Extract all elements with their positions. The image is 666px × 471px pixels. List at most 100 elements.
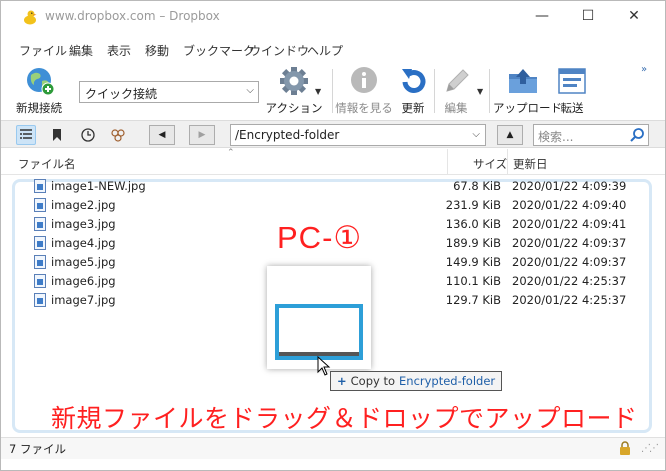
file-name: image4.jpg	[51, 236, 116, 250]
file-name: image6.jpg	[51, 274, 116, 288]
info-label: 情報を見る	[335, 101, 393, 115]
file-name: image3.jpg	[51, 217, 116, 231]
file-modified: 2020/01/22 4:09:40	[512, 198, 627, 212]
file-modified: 2020/01/22 4:09:37	[512, 236, 627, 250]
transfer-button[interactable]: 転送	[554, 65, 590, 117]
back-button[interactable]: ◀	[149, 125, 175, 145]
window-title: www.dropbox.com – Dropbox	[45, 9, 220, 23]
image-file-icon	[34, 293, 46, 307]
file-size: 129.7 KiB	[445, 293, 501, 307]
image-file-icon	[34, 274, 46, 288]
edit-button[interactable]: 編集	[437, 65, 475, 117]
new-connection-button[interactable]: 新規接続	[9, 65, 69, 117]
upload-folder-icon	[506, 65, 540, 97]
app-window: www.dropbox.com – Dropbox — ☐ ✕ ファイル 編集 …	[0, 0, 666, 471]
file-size: 110.1 KiB	[445, 274, 501, 288]
file-modified: 2020/01/22 4:09:37	[512, 255, 627, 269]
plus-icon: +	[337, 374, 347, 388]
chevron-down-icon: ⌵	[472, 129, 480, 140]
table-row[interactable]: image2.jpg 231.9 KiB 2020/01/22 4:09:40	[1, 196, 665, 215]
image-file-icon	[34, 179, 46, 193]
column-modified[interactable]: 更新日	[513, 156, 548, 172]
outline-view-icon[interactable]	[16, 125, 36, 145]
menu-bookmarks[interactable]: ブックマーク	[183, 42, 255, 59]
info-button[interactable]: 情報を見る	[335, 65, 393, 117]
table-row[interactable]: image1-NEW.jpg 67.8 KiB 2020/01/22 4:09:…	[1, 177, 665, 196]
navigation-bar: ◀ ▶ /Encrypted-folder ⌵ ▲ 検索...	[1, 120, 665, 148]
toolbar-separator	[489, 69, 490, 113]
upload-button[interactable]: アップロード	[493, 65, 562, 117]
path-combo[interactable]: /Encrypted-folder ⌵	[230, 124, 486, 146]
file-size: 231.9 KiB	[445, 198, 501, 212]
menu-help[interactable]: ヘルプ	[307, 42, 343, 59]
menu-window[interactable]: ウインドウ	[249, 42, 309, 59]
image-file-icon	[34, 198, 46, 212]
file-list-header: ⌃ ファイル名 サイズ 更新日	[1, 148, 665, 175]
title-bar: www.dropbox.com – Dropbox — ☐ ✕	[1, 1, 665, 31]
image-file-icon	[34, 217, 46, 231]
column-divider[interactable]	[447, 149, 448, 175]
image-file-icon	[34, 236, 46, 250]
preview-window	[279, 308, 359, 352]
toolbar-overflow-button[interactable]: »	[641, 64, 647, 75]
action-dropdown-icon[interactable]: ▼	[315, 87, 321, 96]
maximize-button[interactable]: ☐	[565, 1, 611, 31]
status-bar: 7 ファイル ⋰⋰	[1, 437, 665, 459]
search-field[interactable]: 検索...	[533, 124, 649, 146]
file-size: 136.0 KiB	[445, 217, 501, 231]
bookmark-icon[interactable]	[47, 125, 67, 145]
toolbar-separator	[434, 69, 435, 113]
minimize-button[interactable]: —	[519, 1, 565, 31]
edit-label: 編集	[444, 101, 468, 115]
drop-tooltip-target: Encrypted-folder	[399, 374, 496, 388]
history-clock-icon[interactable]	[78, 125, 98, 145]
desktop-screenshot-preview	[275, 304, 363, 360]
menu-file[interactable]: ファイル	[19, 42, 67, 59]
file-modified: 2020/01/22 4:09:39	[512, 179, 627, 193]
file-size: 149.9 KiB	[445, 255, 501, 269]
menu-view[interactable]: 表示	[107, 42, 131, 59]
transfer-label: 転送	[560, 101, 584, 115]
pencil-icon	[439, 65, 473, 97]
column-divider[interactable]	[507, 149, 508, 175]
chevron-down-icon: ⌵	[246, 85, 254, 96]
close-button[interactable]: ✕	[611, 1, 657, 31]
menu-edit[interactable]: 編集	[69, 42, 93, 59]
refresh-icon	[396, 65, 430, 97]
info-icon	[347, 65, 381, 97]
menu-bar: ファイル 編集 表示 移動 ブックマーク ウインドウ ヘルプ	[1, 42, 665, 62]
file-size: 67.8 KiB	[453, 179, 501, 193]
transfer-window-icon	[555, 65, 589, 97]
pc-annotation-label: PC-①	[277, 220, 363, 255]
gear-icon	[277, 65, 311, 97]
refresh-button[interactable]: 更新	[395, 65, 431, 117]
file-name: image1-NEW.jpg	[51, 179, 146, 193]
search-placeholder: 検索...	[538, 130, 574, 144]
drop-tooltip-prefix: Copy to	[350, 374, 396, 388]
refresh-label: 更新	[401, 101, 425, 115]
parent-folder-button[interactable]: ▲	[497, 125, 523, 145]
resize-grip-icon[interactable]: ⋰⋰	[641, 443, 659, 454]
file-name: image2.jpg	[51, 198, 116, 212]
file-name: image7.jpg	[51, 293, 116, 307]
bonjour-icon[interactable]	[108, 125, 128, 145]
upload-label: アップロード	[493, 101, 562, 115]
file-modified: 2020/01/22 4:25:37	[512, 293, 627, 307]
action-label: アクション	[265, 101, 323, 115]
quick-connect-combo[interactable]: クイック接続 ⌵	[79, 81, 259, 103]
edit-dropdown-icon[interactable]: ▼	[477, 87, 483, 96]
file-modified: 2020/01/22 4:09:41	[512, 217, 627, 231]
menu-go[interactable]: 移動	[145, 42, 169, 59]
toolbar-separator	[332, 69, 333, 113]
column-size[interactable]: サイズ	[473, 156, 507, 172]
lock-icon	[620, 441, 630, 455]
forward-button[interactable]: ▶	[189, 125, 215, 145]
globe-icon	[22, 65, 56, 97]
column-filename[interactable]: ファイル名	[18, 156, 76, 172]
duck-app-icon	[24, 10, 37, 25]
file-name: image5.jpg	[51, 255, 116, 269]
search-icon[interactable]	[629, 127, 645, 143]
new-connection-label: 新規接続	[16, 101, 62, 115]
annotation-caption: 新規ファイルをドラッグ＆ドロップでアップロード	[51, 404, 638, 433]
drag-preview-thumbnail	[267, 266, 371, 369]
